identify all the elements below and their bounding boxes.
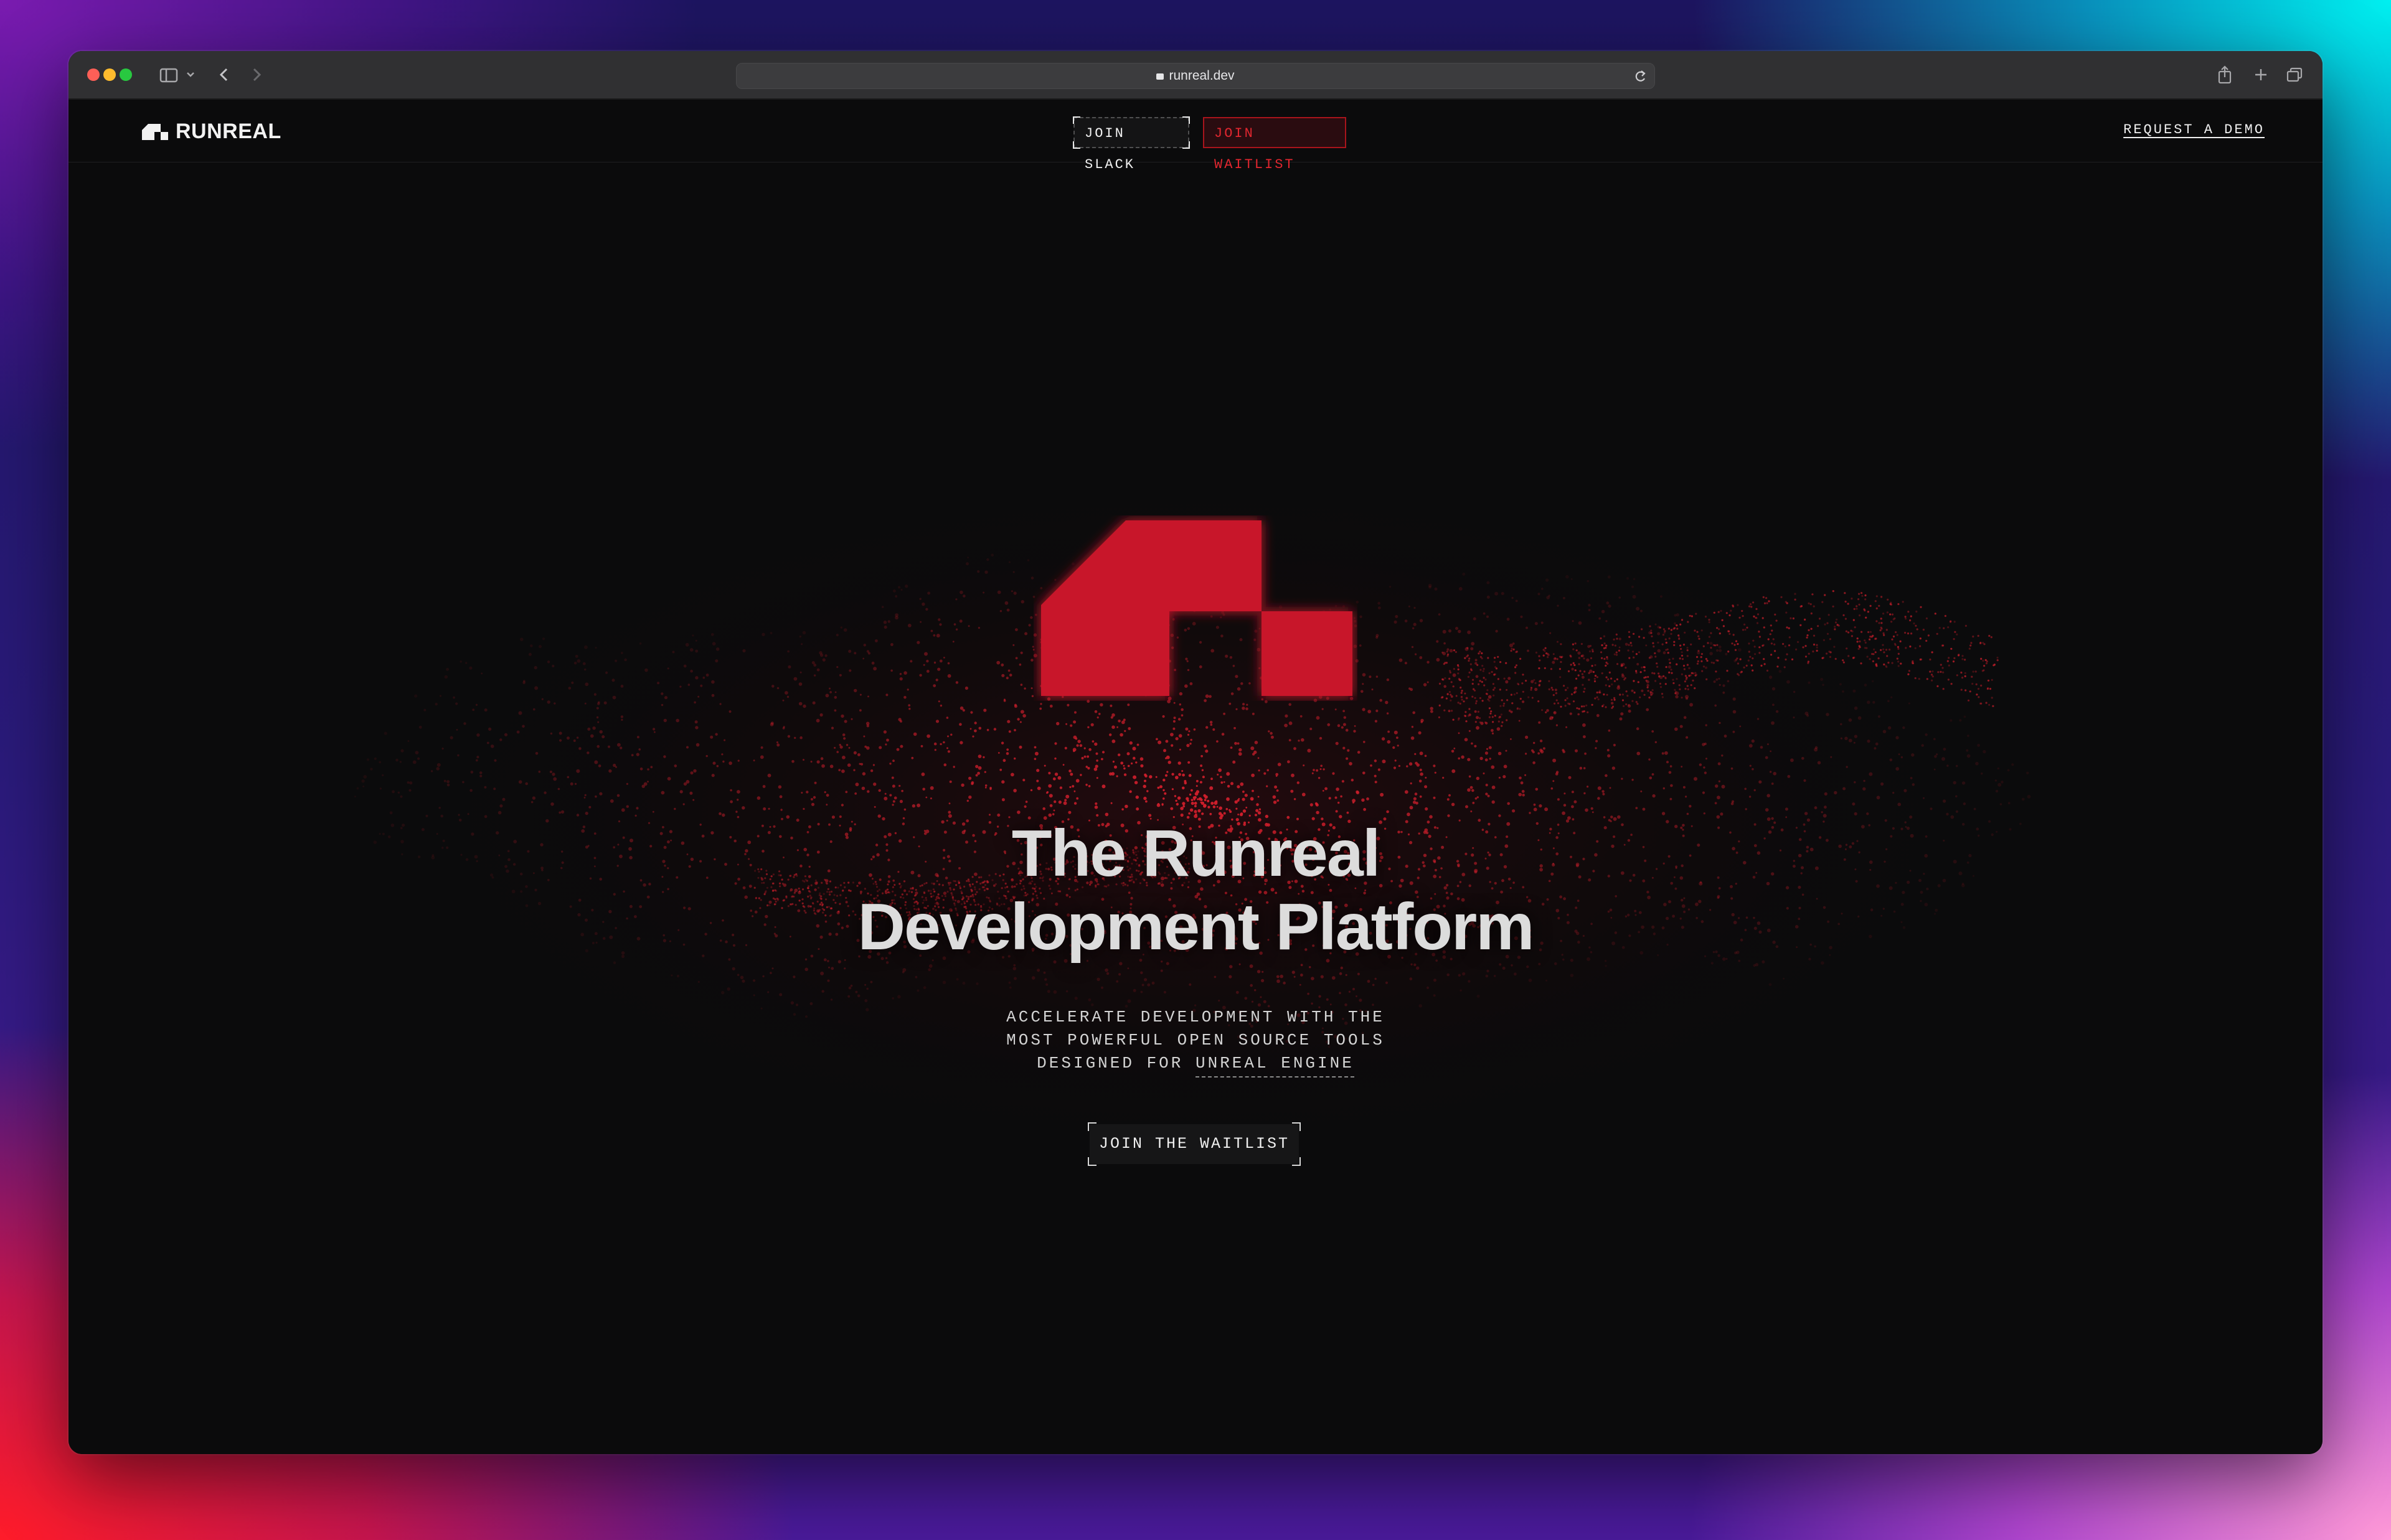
address-bar[interactable]: runreal.dev	[736, 63, 1655, 89]
share-icon[interactable]	[2217, 63, 2233, 86]
request-demo-link[interactable]: REQUEST A DEMO	[2123, 122, 2265, 138]
minimize-window-button[interactable]	[103, 68, 116, 81]
top-navigation: RUNREAL JOIN SLACK JOIN WAITLIST REQUEST…	[68, 100, 2323, 172]
unreal-engine-highlight: UNREAL ENGINE	[1196, 1054, 1354, 1078]
join-slack-button[interactable]: JOIN SLACK	[1073, 116, 1190, 172]
brand-logo[interactable]: RUNREAL	[142, 120, 281, 144]
particle-terrain-background	[354, 467, 2031, 1164]
join-waitlist-label: JOIN WAITLIST	[1214, 126, 1295, 172]
tabs-overview-icon[interactable]	[2285, 63, 2304, 86]
url-text: runreal.dev	[1169, 68, 1235, 83]
brand-name: RUNREAL	[176, 120, 281, 143]
subtitle-line-3: DESIGNED FOR UNREAL ENGINE	[68, 1052, 2323, 1078]
sidebar-icon[interactable]	[159, 63, 178, 86]
join-slack-label: JOIN SLACK	[1085, 126, 1136, 172]
browser-toolbar: runreal.dev	[68, 51, 2323, 100]
hero-title: The Runreal Development Platform	[68, 817, 2323, 964]
runreal-logo-icon	[142, 123, 168, 140]
back-icon[interactable]	[217, 63, 232, 86]
lock-icon	[1156, 73, 1164, 80]
web-page: RUNREAL JOIN SLACK JOIN WAITLIST REQUEST…	[68, 100, 2323, 1454]
runreal-hero-logo-icon	[1041, 520, 1352, 696]
subtitle-line-2: MOST POWERFUL OPEN SOURCE TOOLS	[1006, 1031, 1385, 1049]
join-the-waitlist-button[interactable]: JOIN THE WAITLIST	[1088, 1122, 1301, 1166]
new-tab-icon[interactable]	[2253, 63, 2269, 86]
subtitle-line-3-prefix: DESIGNED FOR	[1037, 1054, 1196, 1073]
reload-icon[interactable]	[1633, 63, 1647, 96]
join-waitlist-nav-button[interactable]: JOIN WAITLIST	[1203, 117, 1346, 172]
hero-title-line-2: Development Platform	[857, 890, 1534, 964]
cta-label: JOIN THE WAITLIST	[1098, 1135, 1290, 1153]
close-window-button[interactable]	[87, 68, 100, 81]
zoom-window-button[interactable]	[120, 68, 132, 81]
hero-title-line-1: The Runreal	[1011, 817, 1381, 890]
hero-subtitle: ACCELERATE DEVELOPMENT WITH THE MOST POW…	[68, 1006, 2323, 1078]
forward-icon[interactable]	[249, 63, 264, 86]
subtitle-line-1: ACCELERATE DEVELOPMENT WITH THE	[1006, 1008, 1385, 1026]
browser-window: runreal.dev RUNREAL JOIN SLACK JOIN WAIT…	[68, 51, 2323, 1454]
chevron-down-icon[interactable]	[186, 63, 196, 86]
